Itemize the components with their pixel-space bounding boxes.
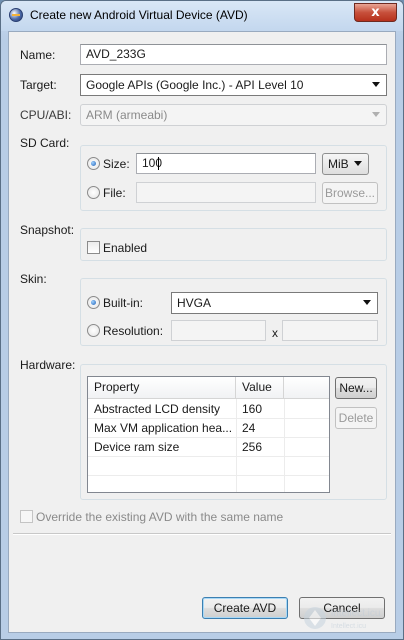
skin-builtin-radio[interactable]: [87, 296, 100, 309]
watermark-text: intellect.icu: [331, 608, 380, 619]
snapshot-enabled-checkbox[interactable]: [87, 241, 100, 254]
dialog-window: Create new Android Virtual Device (AVD) …: [0, 0, 404, 640]
close-button[interactable]: x: [354, 3, 397, 22]
sdcard-size-label: Size:: [103, 157, 130, 171]
watermark-subtext: Intellect.icu: [331, 623, 366, 630]
snapshot-enabled-label: Enabled: [103, 241, 148, 255]
sdcard-unit-select[interactable]: MiB: [322, 153, 369, 175]
chevron-down-icon: [372, 112, 380, 117]
table-cell-value[interactable]: 24: [236, 419, 284, 438]
skin-resolution-label: Resolution:: [103, 324, 164, 338]
title-bar[interactable]: Create new Android Virtual Device (AVD) …: [1, 1, 403, 31]
override-checkbox: [20, 510, 33, 523]
cpu-abi-select: ARM (armeabi): [80, 104, 387, 126]
sdcard-file-radio[interactable]: [87, 186, 100, 199]
skin-builtin-label: Built-in:: [103, 296, 144, 310]
resolution-width-input: [171, 320, 266, 341]
table-cell-value[interactable]: 256: [236, 438, 284, 457]
snapshot-label: Snapshot:: [20, 223, 75, 237]
table-cell-property[interactable]: Device ram size: [88, 438, 236, 457]
target-label: Target:: [20, 78, 57, 92]
sdcard-size-input[interactable]: 100: [136, 153, 316, 174]
table-header-filler: [284, 377, 329, 399]
cpu-abi-select-value: ARM (armeabi): [86, 108, 168, 122]
name-field[interactable]: AVD_233G: [80, 44, 387, 65]
delete-property-button: Delete: [335, 407, 377, 429]
chevron-down-icon: [372, 82, 380, 87]
sdcard-file-label: File:: [103, 186, 126, 200]
create-avd-button[interactable]: Create AVD: [202, 597, 288, 619]
sdcard-size-value: 100: [142, 156, 163, 170]
new-property-button[interactable]: New...: [335, 377, 377, 399]
sdcard-size-radio[interactable]: [87, 157, 100, 170]
table-header-property[interactable]: Property: [88, 377, 236, 399]
skin-label: Skin:: [20, 272, 47, 286]
table-cell-property[interactable]: Max VM application hea...: [88, 419, 236, 438]
table-cell-property[interactable]: Abstracted LCD density: [88, 400, 236, 419]
chevron-down-icon: [354, 161, 362, 166]
watermark-logo-icon: intellect.icu Intellect.icu: [304, 607, 380, 630]
skin-builtin-value: HVGA: [177, 296, 212, 310]
table-header-value[interactable]: Value: [236, 377, 284, 399]
target-select-value: Google APIs (Google Inc.) - API Level 10: [86, 78, 304, 92]
dialog-content: Name: AVD_233G Target: Google APIs (Goog…: [8, 31, 396, 633]
hardware-label: Hardware:: [20, 358, 76, 372]
sdcard-unit-value: MiB: [328, 157, 349, 171]
hardware-table[interactable]: Property Value Abstracted LCD density 16…: [87, 376, 330, 493]
chevron-down-icon: [363, 300, 371, 305]
table-row-divider: [88, 475, 329, 476]
eclipse-app-icon: [9, 8, 23, 22]
sdcard-label: SD Card:: [20, 136, 70, 150]
table-cell-value[interactable]: 160: [236, 400, 284, 419]
resolution-height-input: [282, 320, 378, 341]
target-select[interactable]: Google APIs (Google Inc.) - API Level 10: [80, 74, 387, 96]
resolution-x-label: x: [272, 326, 278, 340]
separator: [13, 533, 391, 535]
browse-button: Browse...: [322, 182, 378, 204]
text-caret: [158, 157, 159, 170]
name-label: Name:: [20, 48, 56, 62]
window-title: Create new Android Virtual Device (AVD): [30, 8, 248, 22]
skin-builtin-select[interactable]: HVGA: [171, 292, 378, 314]
override-label: Override the existing AVD with the same …: [36, 510, 284, 524]
sdcard-file-input: [136, 182, 316, 203]
skin-resolution-radio[interactable]: [87, 324, 100, 337]
cpu-abi-label: CPU/ABI:: [20, 108, 72, 122]
table-column-divider: [284, 399, 285, 492]
